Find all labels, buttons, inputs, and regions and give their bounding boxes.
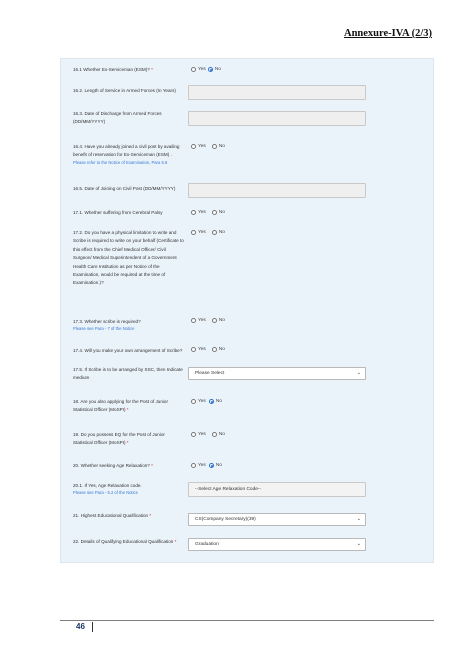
q16-1-label: 16.1 Whether Ex-Serviceman (ESM)? * bbox=[73, 67, 153, 72]
q20-label: 20. Whether seeking Age Relaxation? * bbox=[73, 463, 153, 468]
q16-5-input[interactable] bbox=[188, 183, 366, 198]
q20-1-age-relaxation-select[interactable]: --Select Age Relaxation Code-- bbox=[188, 482, 366, 497]
q18-no-label: No bbox=[215, 399, 222, 404]
q16-3-input[interactable] bbox=[188, 111, 366, 126]
q17-1-no-label: No bbox=[218, 210, 225, 215]
q17-2-label: 17.2. Do you have a physical limitation … bbox=[73, 230, 184, 286]
q17-3-no-label: No bbox=[218, 318, 225, 323]
chevron-down-icon: ⌄ bbox=[356, 370, 361, 376]
q16-1-yes-radio[interactable] bbox=[191, 67, 196, 72]
q17-1-radio-group: Yes No bbox=[191, 210, 225, 215]
q17-2-radio-group: Yes No bbox=[191, 230, 225, 235]
q20-1-label: 20.1. If Yes, Age Relaxation code. Pleas… bbox=[73, 483, 142, 496]
q17-4-yes-radio[interactable] bbox=[191, 347, 196, 352]
q21-label: 21. Highest Educational Qualification * bbox=[73, 513, 152, 518]
q16-4-no-radio[interactable] bbox=[211, 144, 217, 149]
q16-4-yes-radio[interactable] bbox=[191, 144, 196, 149]
q17-3-radio-group: Yes No bbox=[191, 318, 225, 323]
q17-4-radio-group: Yes No bbox=[191, 347, 225, 352]
q22-selected-value: Graduation bbox=[195, 542, 219, 547]
q17-3-no-radio[interactable] bbox=[211, 318, 217, 323]
q17-3-label: 17.3. Whether scribe is required? Please… bbox=[73, 319, 141, 332]
q19-yes-label: Yes bbox=[198, 432, 206, 437]
q18-radio-group: Yes No bbox=[191, 399, 222, 404]
q20-radio-group: Yes No bbox=[191, 463, 222, 468]
q17-5-medium-select[interactable]: Please Select ⌄ bbox=[188, 367, 366, 380]
q16-1-no-label: No bbox=[214, 67, 221, 72]
q17-4-no-label: No bbox=[218, 347, 225, 352]
q18-no-radio[interactable] bbox=[208, 399, 214, 404]
q17-3-yes-radio[interactable] bbox=[191, 318, 196, 323]
q16-4-radio-group: Yes No bbox=[191, 144, 225, 149]
page-number-separator bbox=[92, 622, 93, 632]
q16-1-no-radio[interactable] bbox=[207, 67, 213, 72]
q17-1-no-radio[interactable] bbox=[211, 210, 217, 215]
q18-yes-radio[interactable] bbox=[191, 399, 196, 404]
q18-label: 18. Are you also applying for the Post o… bbox=[73, 399, 168, 413]
q18-yes-label: Yes bbox=[198, 399, 206, 404]
q21-selected-value: CS(Company Secretary)(39) bbox=[195, 517, 256, 522]
q16-1-yes-label: Yes bbox=[198, 67, 206, 72]
q16-1-radio-group: Yes No bbox=[191, 67, 221, 72]
q17-1-yes-radio[interactable] bbox=[191, 210, 196, 215]
q17-4-yes-label: Yes bbox=[198, 347, 206, 352]
q20-no-radio[interactable] bbox=[208, 463, 214, 468]
q19-label: 19. Do you possess EQ for the Post of Ju… bbox=[73, 432, 165, 446]
q17-2-yes-radio[interactable] bbox=[191, 230, 196, 235]
q17-2-yes-label: Yes bbox=[198, 230, 206, 235]
q20-1-selected-value: --Select Age Relaxation Code-- bbox=[195, 487, 262, 492]
q17-5-selected-value: Please Select bbox=[195, 371, 225, 376]
q20-yes-radio[interactable] bbox=[191, 463, 196, 468]
annexure-title: Annexure-IVA (2/3) bbox=[344, 28, 432, 39]
q16-5-label: 16.5. Date of Joining on Civil Post (DD/… bbox=[73, 186, 176, 191]
footer-divider bbox=[60, 620, 434, 621]
q17-4-label: 17.4. Will you make your own arrangement… bbox=[73, 348, 183, 353]
q19-no-label: No bbox=[218, 432, 225, 437]
q20-yes-label: Yes bbox=[198, 463, 206, 468]
q17-4-no-radio[interactable] bbox=[211, 347, 217, 352]
q16-2-label: 16.2. Length of Service in Armed Forces … bbox=[73, 88, 176, 93]
chevron-down-icon: ⌄ bbox=[356, 541, 361, 547]
q17-3-yes-label: Yes bbox=[198, 318, 206, 323]
q16-4-yes-label: Yes bbox=[198, 144, 206, 149]
q19-no-radio[interactable] bbox=[211, 432, 217, 437]
q16-2-input[interactable] bbox=[188, 85, 366, 100]
q16-4-label: 16.4. Have you already joined a civil po… bbox=[73, 144, 180, 165]
page-number: 46 bbox=[76, 622, 85, 631]
q22-label: 22. Details of Qualifying Educational Qu… bbox=[73, 539, 177, 544]
q16-4-no-label: No bbox=[218, 144, 225, 149]
q21-qualification-select[interactable]: CS(Company Secretary)(39) ⌄ bbox=[188, 513, 366, 526]
q16-3-label: 16.3. Date of Discharge from Armed Force… bbox=[73, 111, 162, 125]
q22-qualification-select[interactable]: Graduation ⌄ bbox=[188, 538, 366, 551]
q20-no-label: No bbox=[215, 463, 222, 468]
q17-1-yes-label: Yes bbox=[198, 210, 206, 215]
q17-2-no-radio[interactable] bbox=[211, 230, 217, 235]
q19-radio-group: Yes No bbox=[191, 432, 225, 437]
q17-5-label: 17.5. If Scribe is to be arranged by SSC… bbox=[73, 367, 183, 381]
q17-1-label: 17.1. Whether suffering from Cerebral Pa… bbox=[73, 210, 163, 215]
q17-2-no-label: No bbox=[218, 230, 225, 235]
chevron-down-icon: ⌄ bbox=[356, 516, 361, 522]
q19-yes-radio[interactable] bbox=[191, 432, 196, 437]
